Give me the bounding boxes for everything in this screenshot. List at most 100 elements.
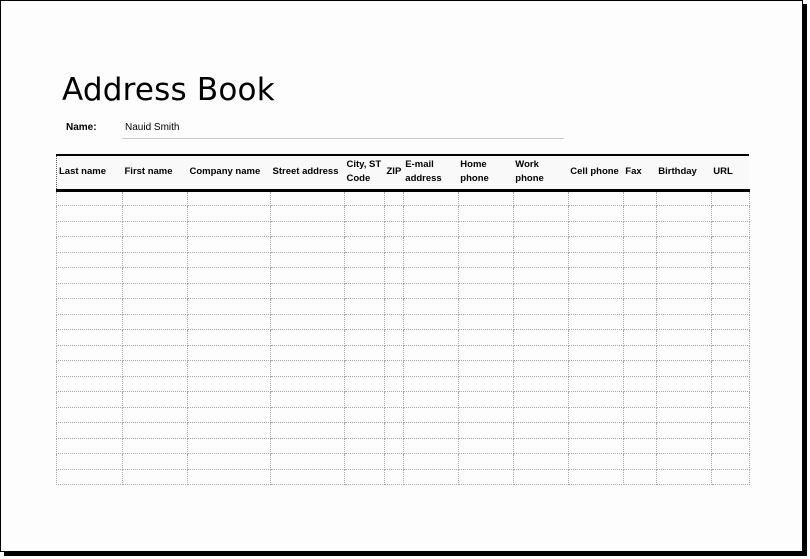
cell-zip[interactable] [384, 329, 404, 346]
cell-home-phone[interactable] [457, 375, 514, 392]
cell-city-st[interactable] [344, 267, 385, 284]
cell-first-name[interactable] [122, 344, 188, 361]
cell-company-name[interactable] [187, 422, 271, 439]
cell-zip[interactable] [384, 437, 404, 454]
cell-company-name[interactable] [187, 298, 271, 315]
cell-home-phone[interactable] [457, 313, 514, 330]
cell-fax[interactable] [622, 406, 657, 423]
cell-url[interactable] [710, 329, 750, 346]
cell-home-phone[interactable] [457, 422, 514, 439]
cell-zip[interactable] [384, 391, 404, 408]
cell-zip[interactable] [384, 375, 404, 392]
cell-last-name[interactable] [56, 251, 123, 268]
cell-zip[interactable] [384, 220, 404, 237]
cell-birthday[interactable] [655, 375, 712, 392]
cell-last-name[interactable] [56, 236, 123, 253]
cell-company-name[interactable] [187, 329, 271, 346]
cell-birthday[interactable] [655, 437, 712, 454]
cell-birthday[interactable] [655, 453, 712, 470]
cell-last-name[interactable] [56, 468, 123, 485]
cell-email-address[interactable] [402, 375, 459, 392]
cell-email-address[interactable] [402, 220, 459, 237]
cell-birthday[interactable] [655, 251, 712, 268]
cell-url[interactable] [710, 344, 750, 361]
cell-last-name[interactable] [56, 453, 123, 470]
cell-work-phone[interactable] [512, 236, 569, 253]
cell-last-name[interactable] [56, 406, 123, 423]
cell-fax[interactable] [622, 329, 657, 346]
cell-last-name[interactable] [56, 329, 123, 346]
cell-email-address[interactable] [402, 391, 459, 408]
cell-street-address[interactable] [270, 344, 345, 361]
cell-birthday[interactable] [655, 406, 712, 423]
cell-zip[interactable] [384, 298, 404, 315]
cell-city-st[interactable] [344, 406, 385, 423]
cell-cell-phone[interactable] [567, 344, 624, 361]
cell-first-name[interactable] [122, 313, 188, 330]
cell-first-name[interactable] [122, 251, 188, 268]
cell-first-name[interactable] [122, 205, 188, 222]
cell-last-name[interactable] [56, 360, 123, 377]
cell-city-st[interactable] [344, 298, 385, 315]
cell-fax[interactable] [622, 220, 657, 237]
cell-work-phone[interactable] [512, 375, 569, 392]
cell-last-name[interactable] [56, 437, 123, 454]
cell-home-phone[interactable] [457, 298, 514, 315]
cell-url[interactable] [710, 267, 750, 284]
cell-fax[interactable] [622, 298, 657, 315]
cell-birthday[interactable] [655, 282, 712, 299]
cell-url[interactable] [710, 375, 750, 392]
cell-home-phone[interactable] [457, 468, 514, 485]
cell-home-phone[interactable] [457, 251, 514, 268]
cell-email-address[interactable] [402, 267, 459, 284]
cell-city-st[interactable] [344, 205, 385, 222]
cell-company-name[interactable] [187, 406, 271, 423]
cell-zip[interactable] [384, 422, 404, 439]
cell-birthday[interactable] [655, 267, 712, 284]
cell-home-phone[interactable] [457, 236, 514, 253]
cell-zip[interactable] [384, 267, 404, 284]
cell-fax[interactable] [622, 205, 657, 222]
cell-cell-phone[interactable] [567, 298, 624, 315]
cell-url[interactable] [710, 391, 750, 408]
cell-company-name[interactable] [187, 205, 271, 222]
cell-last-name[interactable] [56, 298, 123, 315]
cell-email-address[interactable] [402, 422, 459, 439]
cell-street-address[interactable] [270, 282, 345, 299]
cell-birthday[interactable] [655, 220, 712, 237]
cell-first-name[interactable] [122, 453, 188, 470]
cell-fax[interactable] [622, 360, 657, 377]
cell-first-name[interactable] [122, 391, 188, 408]
cell-street-address[interactable] [270, 329, 345, 346]
cell-company-name[interactable] [187, 189, 271, 206]
cell-fax[interactable] [622, 267, 657, 284]
cell-zip[interactable] [384, 189, 404, 206]
cell-zip[interactable] [384, 468, 404, 485]
cell-first-name[interactable] [122, 375, 188, 392]
cell-city-st[interactable] [344, 437, 385, 454]
cell-last-name[interactable] [56, 391, 123, 408]
cell-zip[interactable] [384, 453, 404, 470]
cell-work-phone[interactable] [512, 437, 569, 454]
cell-street-address[interactable] [270, 267, 345, 284]
cell-city-st[interactable] [344, 344, 385, 361]
cell-work-phone[interactable] [512, 189, 569, 206]
cell-fax[interactable] [622, 282, 657, 299]
cell-last-name[interactable] [56, 189, 123, 206]
cell-home-phone[interactable] [457, 391, 514, 408]
cell-email-address[interactable] [402, 313, 459, 330]
cell-cell-phone[interactable] [567, 391, 624, 408]
cell-url[interactable] [710, 298, 750, 315]
cell-cell-phone[interactable] [567, 406, 624, 423]
cell-street-address[interactable] [270, 236, 345, 253]
cell-city-st[interactable] [344, 453, 385, 470]
cell-work-phone[interactable] [512, 422, 569, 439]
cell-first-name[interactable] [122, 360, 188, 377]
cell-company-name[interactable] [187, 453, 271, 470]
cell-email-address[interactable] [402, 437, 459, 454]
cell-home-phone[interactable] [457, 282, 514, 299]
cell-zip[interactable] [384, 282, 404, 299]
cell-birthday[interactable] [655, 313, 712, 330]
cell-home-phone[interactable] [457, 406, 514, 423]
cell-last-name[interactable] [56, 205, 123, 222]
